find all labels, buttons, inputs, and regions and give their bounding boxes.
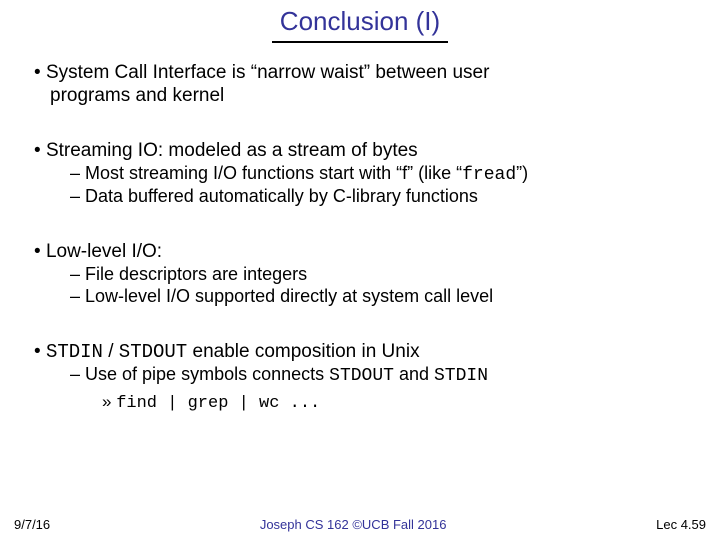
subbullet-syscall-level: Low-level I/O supported directly at syst… (28, 286, 692, 308)
footer: 9/7/16 Joseph CS 162 ©UCB Fall 2016 Lec … (0, 517, 720, 532)
text: and (394, 364, 434, 384)
text: ”) (516, 163, 528, 183)
bullet-syscall: System Call Interface is “narrow waist” … (28, 61, 692, 107)
subbullet-fread: Most streaming I/O functions start with … (28, 163, 692, 187)
text: / (103, 341, 119, 362)
bullet-streaming: Streaming IO: modeled as a stream of byt… (28, 139, 692, 162)
footer-course: Joseph CS 162 ©UCB Fall 2016 (260, 517, 447, 532)
code-stdin2: STDIN (434, 366, 488, 386)
code-stdout2: STDOUT (329, 366, 394, 386)
slide-title: Conclusion (I) (272, 6, 448, 43)
text: Most streaming I/O functions start with … (85, 163, 462, 183)
text: enable composition in Unix (187, 341, 419, 362)
bullet-lowlevel: Low-level I/O: (28, 240, 692, 263)
footer-date: 9/7/16 (14, 517, 50, 532)
code-stdin: STDIN (46, 341, 103, 363)
text: Use of pipe symbols connects (85, 364, 329, 384)
subbullet-buffered: Data buffered automatically by C-library… (28, 186, 692, 208)
subbullet-pipe: Use of pipe symbols connects STDOUT and … (28, 364, 692, 388)
text: Low-level I/O supported directly at syst… (85, 286, 493, 306)
code-stdout: STDOUT (119, 341, 187, 363)
text: Low-level I/O: (46, 241, 162, 262)
text: programs and kernel (50, 84, 224, 107)
text: System Call Interface is “narrow waist” … (46, 62, 490, 83)
footer-slide-number: Lec 4.59 (656, 517, 706, 532)
text: Data buffered automatically by C-library… (85, 186, 478, 206)
subsubbullet-pipe-example: find | grep | wc ... (28, 392, 692, 415)
slide-body: System Call Interface is “narrow waist” … (0, 43, 720, 414)
code-fread: fread (462, 165, 516, 185)
text: File descriptors are integers (85, 264, 307, 284)
subbullet-fd-int: File descriptors are integers (28, 264, 692, 286)
bullet-stdin-stdout: STDIN / STDOUT enable composition in Uni… (28, 340, 692, 364)
code-pipe-example: find | grep | wc ... (116, 394, 320, 413)
text: Streaming IO: modeled as a stream of byt… (46, 140, 418, 161)
